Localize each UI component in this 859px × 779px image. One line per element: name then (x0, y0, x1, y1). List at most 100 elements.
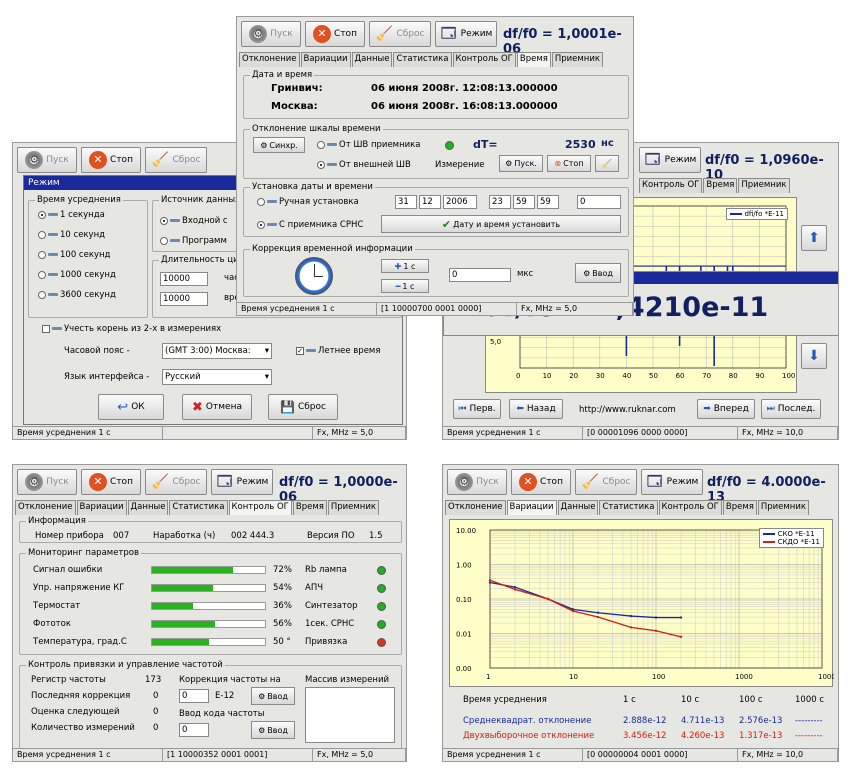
year-field[interactable]: 2006 (443, 195, 477, 209)
correction-enter-button[interactable]: ⚙ Ввод (251, 687, 295, 705)
plus-second-button[interactable]: ✚ 1 с (381, 259, 429, 273)
first-button[interactable]: ⏮ Перв. (453, 399, 501, 419)
tab-deviation[interactable]: Отклонение (445, 500, 506, 515)
avg-option[interactable]: 1 секунда (38, 210, 105, 220)
reset-dialog-button[interactable]: 💾 Сброс (268, 394, 338, 420)
control-window: ⚙ Пуск ✕ Стоп 🧹 Сброс 🗔 Режим df/f0 = 1,0000… (12, 464, 407, 762)
tick-mark (48, 253, 58, 256)
table-cell: 2.576e-13 (739, 716, 783, 726)
tab-time[interactable]: Время (722, 500, 757, 515)
avg-option[interactable]: 100 секунд (38, 250, 110, 260)
tab-time[interactable]: Время (516, 52, 551, 67)
mode-button[interactable]: 🗔 Режим (211, 469, 273, 495)
day-field[interactable]: 31 (395, 195, 417, 209)
from-external-option[interactable]: От внешней ШВ (317, 160, 411, 170)
measure-start-button[interactable]: ⚙ Пуск. (499, 155, 543, 172)
from-srns-option[interactable]: С приемника СРНС (257, 220, 363, 230)
tab-receiver[interactable]: Приемник (551, 52, 604, 67)
last-button[interactable]: ⏭ Послед. (761, 399, 821, 419)
tab-deviation[interactable]: Отклонение (239, 52, 300, 67)
language-select[interactable]: Русский ▾ (162, 369, 272, 385)
cancel-button[interactable]: ✖ Отмена (182, 394, 252, 420)
count-value: 0 (153, 723, 159, 733)
indicator-label: Синтезатор (305, 601, 358, 611)
tab-control[interactable]: Контроль ОГ (452, 52, 516, 67)
stop-button[interactable]: ✕ Стоп (81, 147, 141, 173)
stop-button[interactable]: ✕ Стоп (305, 21, 365, 47)
tab-deviation[interactable]: Отклонение (15, 500, 76, 515)
back-button[interactable]: ⬅ Назад (509, 399, 563, 419)
minus-second-button[interactable]: ━ 1 с (381, 279, 429, 293)
enter-button[interactable]: ⚙ Ввод (575, 263, 621, 283)
avg-option[interactable]: 10 секунд (38, 230, 105, 240)
tab-control[interactable]: Контроль ОГ (658, 500, 722, 515)
stop-button[interactable]: ✕ Стоп (511, 469, 571, 495)
tab-variations[interactable]: Вариации (506, 500, 557, 515)
tab-control[interactable]: Контроль ОГ (228, 500, 292, 515)
tab-time[interactable]: Время (703, 178, 738, 193)
series-point (679, 635, 683, 639)
scroll-up-button[interactable]: ⬆ (801, 225, 827, 251)
summer-checkbox[interactable]: ✓ Летнее время (296, 346, 380, 356)
measurement-array-list[interactable] (305, 687, 395, 743)
start-button[interactable]: ⚙ Пуск (17, 469, 77, 495)
avg-option[interactable]: 1000 секунд (38, 270, 116, 280)
source-program-option[interactable]: Программ (160, 236, 227, 246)
scroll-down-button[interactable]: ⬇ (801, 343, 827, 369)
x-tick-label: 100 (652, 673, 665, 681)
tab-data[interactable]: Данные (127, 500, 169, 515)
code-enter-button[interactable]: ⚙ Ввод (251, 721, 295, 739)
avg-option[interactable]: 3600 секунд (38, 290, 116, 300)
measure-stop-button[interactable]: ⊗ Стоп (547, 155, 591, 172)
minute-field[interactable]: 59 (513, 195, 535, 209)
datetime-group: Дата и время (243, 70, 629, 119)
website-link[interactable]: http://www.ruknar.com (579, 405, 676, 415)
timezone-select[interactable]: (GMT 3:00) Москва: ▾ (162, 343, 272, 359)
mode-button[interactable]: 🗔 Режим (641, 469, 703, 495)
subsecond-field[interactable]: 0 (577, 195, 621, 209)
from-receiver-option[interactable]: От ШВ приемника (317, 140, 421, 150)
reset-button[interactable]: 🧹 Сброс (369, 21, 431, 47)
measure-reset-button[interactable]: 🧹 (595, 155, 619, 172)
tab-receiver[interactable]: Приемник (327, 500, 380, 515)
start-button[interactable]: ⚙ Пуск (17, 147, 77, 173)
ok-button[interactable]: ↩ ОК (98, 394, 164, 420)
mode-button[interactable]: 🗔 Режим (435, 21, 497, 47)
hour-field[interactable]: 23 (489, 195, 511, 209)
tab-time[interactable]: Время (292, 500, 327, 515)
x-tick-label: 100 (782, 372, 795, 380)
reset-button[interactable]: 🧹 Сброс (575, 469, 637, 495)
month-field[interactable]: 12 (419, 195, 441, 209)
tab-variations[interactable]: Вариации (76, 500, 127, 515)
tab-receiver[interactable]: Приемник (757, 500, 810, 515)
start-button[interactable]: ⚙ Пуск (447, 469, 507, 495)
tab-statistics[interactable]: Статистика (169, 500, 228, 515)
reset-button[interactable]: 🧹 Сброс (145, 147, 207, 173)
table-cell: 4.260e-13 (681, 731, 725, 741)
correction-field[interactable]: 0 (449, 268, 511, 282)
sync-button[interactable]: ⚙ Синхр. (253, 137, 305, 153)
tab-variations[interactable]: Вариации (300, 52, 351, 67)
stop-button[interactable]: ✕ Стоп (81, 469, 141, 495)
correction-field[interactable]: 0 (179, 689, 209, 703)
tab-bar: Отклонение Вариации Данные Статистика Ко… (239, 52, 631, 67)
duration-field-2[interactable]: 10000 (160, 292, 208, 306)
duration-field-1[interactable]: 10000 (160, 272, 208, 286)
code-field[interactable]: 0 (179, 723, 209, 737)
tab-statistics[interactable]: Статистика (393, 52, 452, 67)
tab-data[interactable]: Данные (351, 52, 393, 67)
forward-button[interactable]: ➡ Вперед (697, 399, 755, 419)
param-value: 50 ° (273, 637, 291, 647)
manual-option[interactable]: Ручная установка (257, 197, 359, 207)
second-field[interactable]: 59 (537, 195, 559, 209)
reset-button[interactable]: 🧹 Сброс (145, 469, 207, 495)
tab-statistics[interactable]: Статистика (599, 500, 658, 515)
tab-control[interactable]: Контроль ОГ (639, 178, 703, 193)
sqrt-checkbox[interactable]: Учесть корень из 2-х в измерениях (42, 324, 221, 334)
mode-button[interactable]: 🗔 Режим (639, 147, 701, 173)
source-input-option[interactable]: Входной с (160, 216, 228, 226)
tab-data[interactable]: Данные (557, 500, 599, 515)
tab-receiver[interactable]: Приемник (738, 178, 790, 193)
set-datetime-button[interactable]: ✔ Дату и время установить (381, 215, 621, 233)
start-button[interactable]: ⚙ Пуск (241, 21, 301, 47)
